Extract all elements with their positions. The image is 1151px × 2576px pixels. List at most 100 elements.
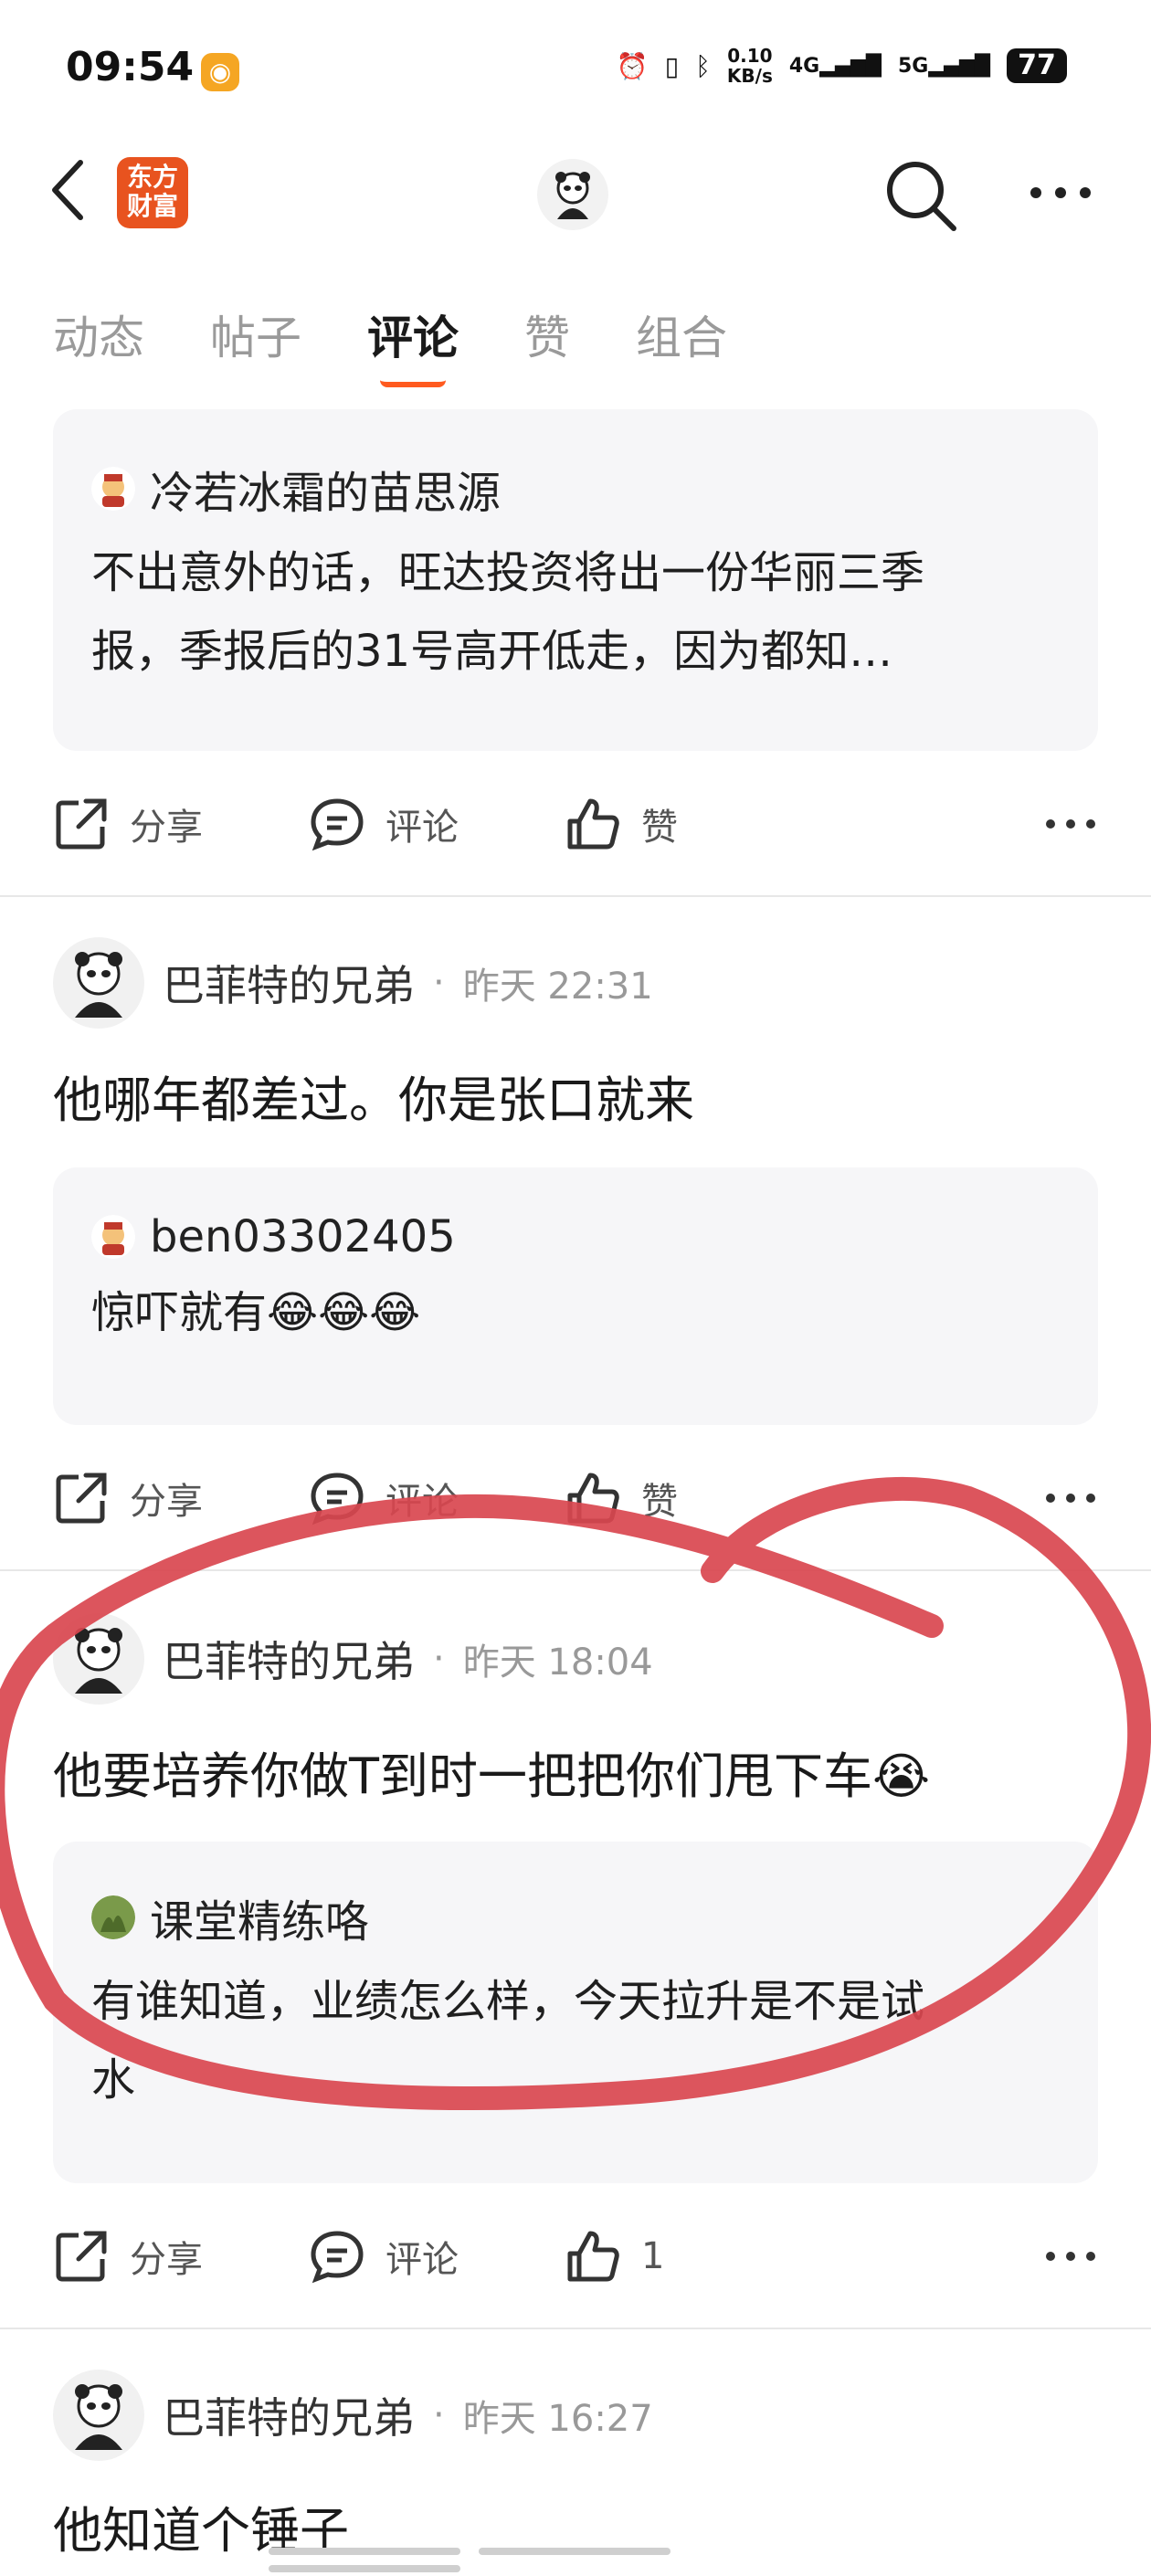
comment-icon: [311, 1473, 364, 1526]
comment-author-row: 巴菲特的兄弟 · 昨天 18:04: [53, 1613, 653, 1705]
action-bar: 分享 评论 1: [53, 2220, 1098, 2293]
comment-author-row: 巴菲特的兄弟 · 昨天 16:27: [53, 2370, 653, 2461]
quoted-text-line2: 报，季报后的31号高开低走，因为都知…: [91, 626, 893, 677]
quoted-post[interactable]: ben03302405 惊吓就有😂😂😂: [53, 1167, 1098, 1425]
panda-avatar-icon: [555, 172, 590, 219]
quoted-author-name: ben03302405: [150, 1211, 456, 1262]
net-speed-unit: KB/s: [726, 65, 773, 87]
author-name[interactable]: 巴菲特的兄弟: [163, 2385, 415, 2445]
like-button[interactable]: 1: [565, 2228, 820, 2285]
bluetooth-icon: ᛒ: [695, 50, 711, 81]
share-button[interactable]: 分享: [53, 2228, 309, 2285]
share-label: 分享: [130, 2239, 203, 2281]
comment-icon: [311, 2231, 364, 2284]
back-icon[interactable]: [48, 157, 88, 223]
quoted-author-name: 课堂精练咯: [150, 1896, 370, 1948]
comment-time: 昨天 16:27: [462, 2398, 653, 2440]
tab-posts[interactable]: 帖子: [210, 301, 301, 367]
brand-line2: 财富: [126, 191, 178, 221]
panda-avatar-icon: [75, 1628, 122, 1694]
comment-label: 评论: [385, 807, 459, 849]
share-icon: [56, 2231, 107, 2282]
quoted-author: ben03302405: [91, 1211, 1060, 1262]
share-button[interactable]: 分享: [53, 796, 309, 852]
quoted-text: 惊吓就有😂😂😂: [91, 1287, 421, 1338]
thumbs-up-icon: [567, 2231, 619, 2282]
comment-author-row: 巴菲特的兄弟 · 昨天 22:31: [53, 937, 653, 1029]
comment-text[interactable]: 他要培养你做T到时一把把你们甩下车😭: [53, 1736, 930, 1808]
like-button[interactable]: 赞: [565, 796, 820, 852]
quoted-author-name: 冷若冰霜的苗思源: [150, 468, 502, 519]
divider: [0, 1569, 1151, 1571]
comment-button[interactable]: 评论: [309, 1470, 565, 1526]
author-name[interactable]: 巴菲特的兄弟: [163, 1629, 415, 1689]
divider: [0, 2328, 1151, 2329]
action-bar: 分享 评论 赞: [53, 1462, 1098, 1535]
divider: [0, 895, 1151, 897]
panda-avatar-icon: [75, 2384, 122, 2450]
brand-line1: 东方: [126, 162, 178, 192]
more-icon[interactable]: [1043, 2247, 1098, 2265]
comment-button[interactable]: 评论: [309, 796, 565, 852]
share-label: 分享: [130, 807, 203, 849]
comment-text[interactable]: 他哪年都差过。你是张口就来: [53, 1060, 694, 1132]
avatar[interactable]: [53, 2370, 144, 2461]
like-button[interactable]: 赞: [565, 1470, 820, 1526]
scroll-indicator: [269, 2541, 882, 2572]
comment-icon: [311, 798, 364, 851]
tab-comments-label: 评论: [367, 311, 459, 364]
panda-avatar-icon: [75, 952, 122, 1018]
share-icon: [56, 798, 107, 850]
comment-time: 昨天 22:31: [462, 966, 653, 1008]
quoted-text-line1: 不出意外的话，旺达投资将出一份华丽三季: [91, 547, 925, 598]
comment-label: 评论: [385, 2239, 459, 2281]
more-icon[interactable]: [1029, 179, 1093, 206]
brand-logo[interactable]: 东方 财富: [117, 157, 188, 228]
author-name[interactable]: 巴菲特的兄弟: [163, 953, 415, 1013]
more-icon[interactable]: [1043, 815, 1098, 833]
tab-comments[interactable]: 评论: [367, 301, 459, 387]
like-label: 赞: [641, 807, 678, 849]
tab-dynamic[interactable]: 动态: [53, 301, 144, 367]
profile-tabs: 动态 帖子 评论 赞 组合: [53, 301, 793, 387]
alarm-icon: ⏰: [616, 50, 649, 81]
comment-time: 昨天 18:04: [462, 1642, 653, 1684]
separator-dot: ·: [433, 2394, 445, 2436]
tab-likes[interactable]: 赞: [524, 301, 570, 367]
quoted-text-line2: 水: [91, 2054, 136, 2106]
more-icon[interactable]: [1043, 1489, 1098, 1507]
avatar[interactable]: [53, 1613, 144, 1705]
thumbs-up-icon: [567, 1473, 619, 1524]
profile-avatar[interactable]: [537, 159, 608, 230]
notification-app-icon: ◉: [201, 53, 239, 91]
action-bar: 分享 评论 赞: [53, 787, 1098, 860]
quoted-author: 冷若冰霜的苗思源: [91, 457, 1060, 521]
like-count: 1: [641, 2235, 665, 2277]
separator-dot: ·: [433, 1638, 445, 1680]
quoted-text: 有谁知道，业绩怎么样，今天拉升是不是试 水: [91, 1962, 1060, 2119]
net-speed: 0.10 KB/s: [727, 46, 773, 86]
comment-label: 评论: [385, 1481, 459, 1523]
separator-dot: ·: [433, 962, 445, 1004]
signal-5g-label: 5G: [897, 54, 929, 78]
thumbs-up-icon: [567, 798, 619, 850]
status-icons: ⏰ ▯ ᛒ 0.10 KB/s 4G▂▄▆█ 5G▂▄▆█ 77: [617, 46, 1067, 86]
tab-active-indicator: [380, 373, 446, 387]
net-speed-value: 0.10: [727, 45, 773, 67]
signal-4g: 4G▂▄▆█: [788, 54, 882, 78]
avatar[interactable]: [53, 937, 144, 1029]
tab-portfolio[interactable]: 组合: [636, 301, 727, 367]
search-icon[interactable]: [882, 157, 959, 234]
signal-5g: 5G▂▄▆█: [897, 54, 990, 78]
quoted-post[interactable]: 冷若冰霜的苗思源 不出意外的话，旺达投资将出一份华丽三季 报，季报后的31号高开…: [53, 409, 1098, 751]
grass-avatar-icon: [91, 1895, 135, 1939]
status-time: 09:54: [66, 44, 195, 90]
quoted-post[interactable]: 课堂精练咯 有谁知道，业绩怎么样，今天拉升是不是试 水: [53, 1842, 1098, 2183]
signal-4g-label: 4G: [788, 54, 820, 78]
share-button[interactable]: 分享: [53, 1470, 309, 1526]
battery-icon: 77: [1007, 48, 1067, 83]
share-icon: [56, 1473, 107, 1524]
quoted-author: 课堂精练咯: [91, 1885, 1060, 1949]
like-label: 赞: [641, 1481, 678, 1523]
comment-button[interactable]: 评论: [309, 2228, 565, 2285]
